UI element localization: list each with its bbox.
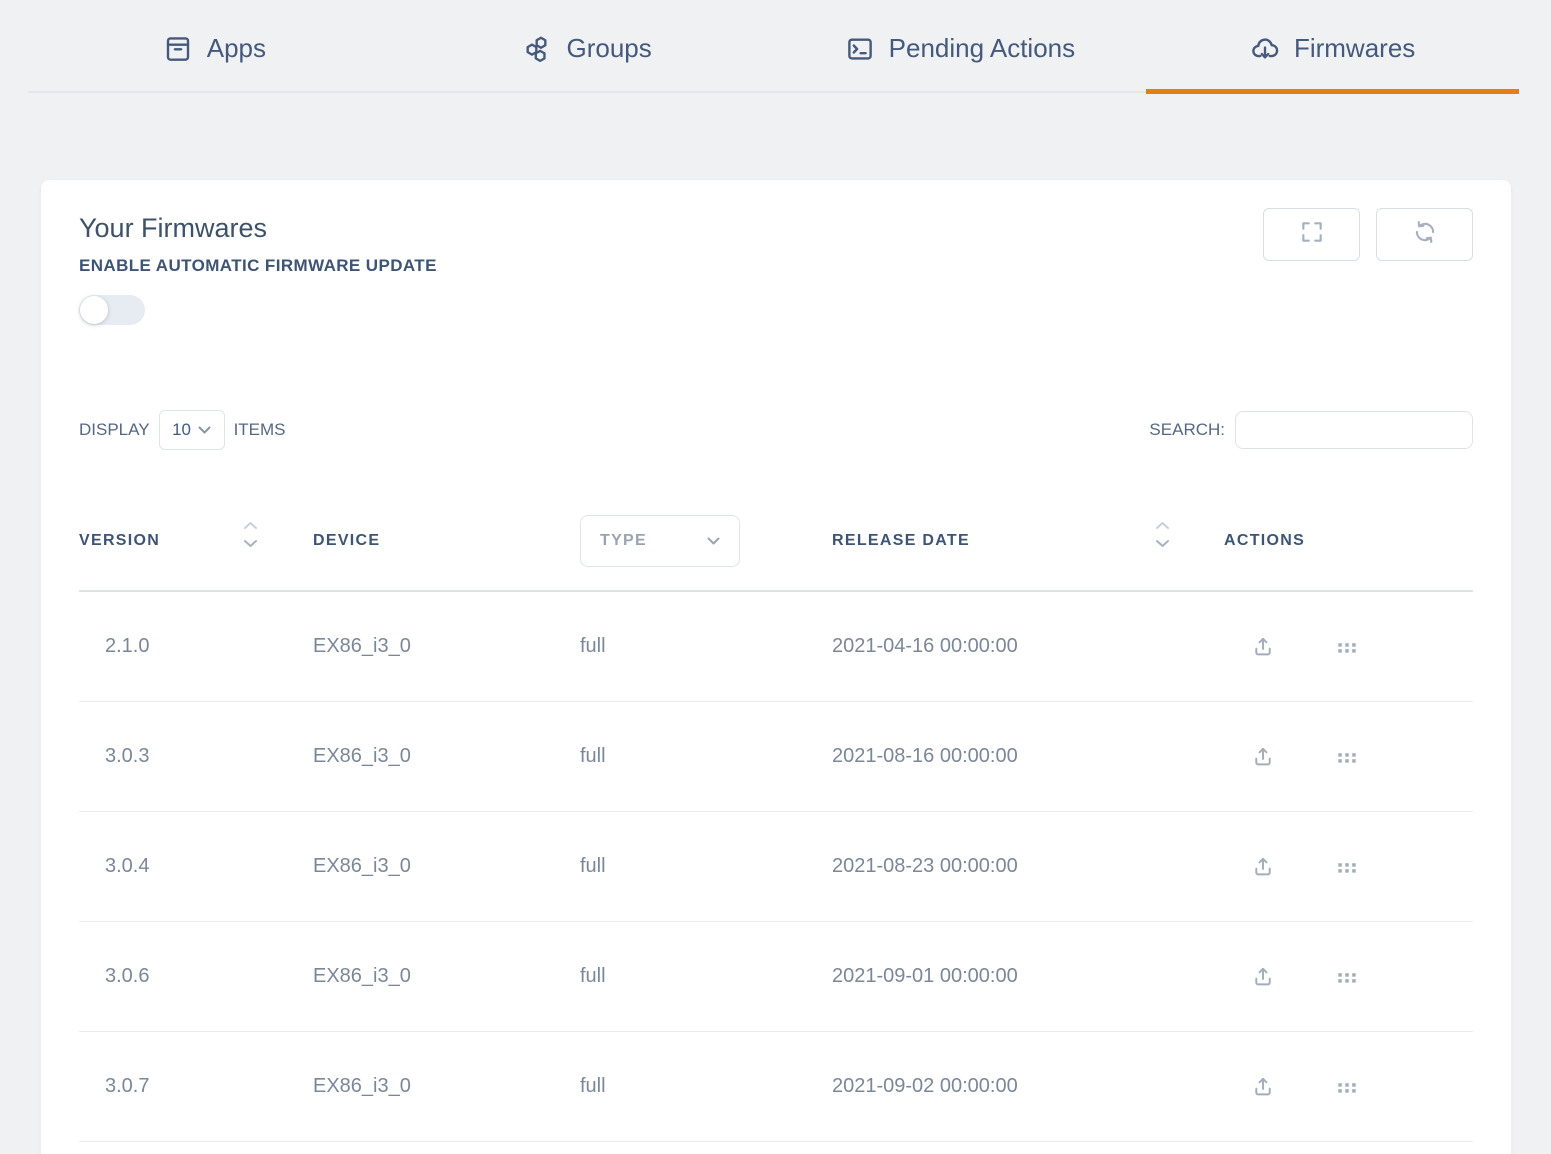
sort-asc-icon — [1155, 521, 1170, 530]
grid-dots-icon[interactable] — [1334, 1074, 1360, 1100]
type-filter-select[interactable]: TYPE — [580, 515, 740, 567]
firmwares-card: Your Firmwares ENABLE AUTOMATIC FIRMWARE… — [41, 180, 1511, 1154]
cell-device: EX86_i3_0 — [313, 635, 580, 658]
table-controls: DISPLAY 10 ITEMS SEARCH: — [79, 410, 1473, 450]
column-label: ACTIONS — [1224, 532, 1305, 550]
upload-icon[interactable] — [1250, 1074, 1276, 1100]
cell-actions — [1224, 854, 1473, 880]
upload-icon[interactable] — [1250, 964, 1276, 990]
cell-release-date: 2021-04-16 00:00:00 — [832, 635, 1224, 658]
type-filter-label: TYPE — [600, 532, 647, 550]
display-label: DISPLAY — [79, 420, 150, 440]
cell-version: 3.0.4 — [79, 855, 313, 878]
grid-dots-icon[interactable] — [1334, 744, 1360, 770]
grid-dots-icon[interactable] — [1334, 634, 1360, 660]
column-label: RELEASE DATE — [832, 532, 970, 550]
table-header: VERSION DEVICE TYPE RELEASE DATE — [79, 492, 1473, 592]
cell-device: EX86_i3_0 — [313, 1075, 580, 1098]
cell-type: full — [580, 745, 832, 768]
sort-icons[interactable] — [1155, 521, 1170, 548]
expand-icon — [1299, 219, 1325, 250]
sort-icons[interactable] — [243, 521, 258, 548]
pending-actions-icon — [845, 34, 875, 64]
column-label: DEVICE — [313, 532, 380, 550]
search-input[interactable] — [1235, 411, 1473, 449]
tab-label: Pending Actions — [889, 33, 1075, 64]
cell-release-date: 2021-09-02 00:00:00 — [832, 1075, 1224, 1098]
cell-type: full — [580, 1075, 832, 1098]
table-row: 2.1.0 EX86_i3_0 full 2021-04-16 00:00:00 — [79, 592, 1473, 702]
display-count-select[interactable]: 10 — [159, 410, 225, 450]
column-header-type: TYPE — [580, 515, 832, 567]
cell-type: full — [580, 855, 832, 878]
tab-label: Apps — [207, 33, 266, 64]
cell-version: 3.0.3 — [79, 745, 313, 768]
column-label: VERSION — [79, 532, 160, 550]
cell-device: EX86_i3_0 — [313, 745, 580, 768]
table-row: 3.0.7 EX86_i3_0 full 2021-09-02 00:00:00 — [79, 1032, 1473, 1142]
column-header-release-date[interactable]: RELEASE DATE — [832, 528, 1224, 555]
cell-actions — [1224, 744, 1473, 770]
refresh-icon — [1412, 219, 1438, 250]
table-row: 3.0.4 EX86_i3_0 full 2021-08-23 00:00:00 — [79, 812, 1473, 922]
firmwares-cloud-download-icon — [1250, 34, 1280, 64]
refresh-button[interactable] — [1376, 208, 1473, 261]
tab-label: Groups — [566, 33, 651, 64]
apps-icon — [163, 34, 193, 64]
upload-icon[interactable] — [1250, 634, 1276, 660]
upload-icon[interactable] — [1250, 744, 1276, 770]
cell-actions — [1224, 1074, 1473, 1100]
column-header-actions: ACTIONS — [1224, 532, 1473, 550]
cell-device: EX86_i3_0 — [313, 965, 580, 988]
display-count-value: 10 — [172, 420, 191, 440]
toggle-knob — [80, 296, 108, 324]
auto-update-label: ENABLE AUTOMATIC FIRMWARE UPDATE — [79, 256, 437, 276]
cell-version: 2.1.0 — [79, 635, 313, 658]
tab-apps[interactable]: Apps — [28, 33, 401, 91]
cell-device: EX86_i3_0 — [313, 855, 580, 878]
sort-desc-icon — [243, 539, 258, 548]
cell-actions — [1224, 964, 1473, 990]
grid-dots-icon[interactable] — [1334, 964, 1360, 990]
display-count-control: DISPLAY 10 ITEMS — [79, 410, 286, 450]
page-title: Your Firmwares — [79, 213, 437, 244]
expand-button[interactable] — [1263, 208, 1360, 261]
chevron-down-icon — [707, 537, 720, 545]
cell-release-date: 2021-08-16 00:00:00 — [832, 745, 1224, 768]
items-label: ITEMS — [234, 420, 286, 440]
table-row: 3.0.3 EX86_i3_0 full 2021-08-16 00:00:00 — [79, 702, 1473, 812]
tab-label: Firmwares — [1294, 33, 1415, 64]
card-header-buttons — [1263, 208, 1473, 261]
column-header-version[interactable]: VERSION — [79, 528, 313, 555]
sort-desc-icon — [1155, 539, 1170, 548]
tab-pending-actions[interactable]: Pending Actions — [774, 33, 1147, 91]
cell-release-date: 2021-09-01 00:00:00 — [832, 965, 1224, 988]
chevron-down-icon — [198, 426, 211, 434]
search-label: SEARCH: — [1149, 420, 1225, 440]
cell-version: 3.0.6 — [79, 965, 313, 988]
cell-release-date: 2021-08-23 00:00:00 — [832, 855, 1224, 878]
grid-dots-icon[interactable] — [1334, 854, 1360, 880]
card-header: Your Firmwares ENABLE AUTOMATIC FIRMWARE… — [79, 213, 1473, 325]
tab-bar: Apps Groups Pending Actions Firmwares — [28, 0, 1519, 93]
cell-type: full — [580, 965, 832, 988]
search-control: SEARCH: — [1149, 411, 1473, 449]
tab-firmwares[interactable]: Firmwares — [1146, 33, 1519, 91]
tab-groups[interactable]: Groups — [401, 33, 774, 91]
cell-actions — [1224, 634, 1473, 660]
groups-icon — [522, 34, 552, 64]
auto-update-toggle[interactable] — [79, 295, 145, 325]
card-header-left: Your Firmwares ENABLE AUTOMATIC FIRMWARE… — [79, 213, 437, 325]
sort-asc-icon — [243, 521, 258, 530]
cell-type: full — [580, 635, 832, 658]
column-header-device: DEVICE — [313, 532, 580, 550]
cell-version: 3.0.7 — [79, 1075, 313, 1098]
table-row: 3.0.6 EX86_i3_0 full 2021-09-01 00:00:00 — [79, 922, 1473, 1032]
page: Apps Groups Pending Actions Firmwares Yo… — [0, 0, 1551, 1154]
upload-icon[interactable] — [1250, 854, 1276, 880]
